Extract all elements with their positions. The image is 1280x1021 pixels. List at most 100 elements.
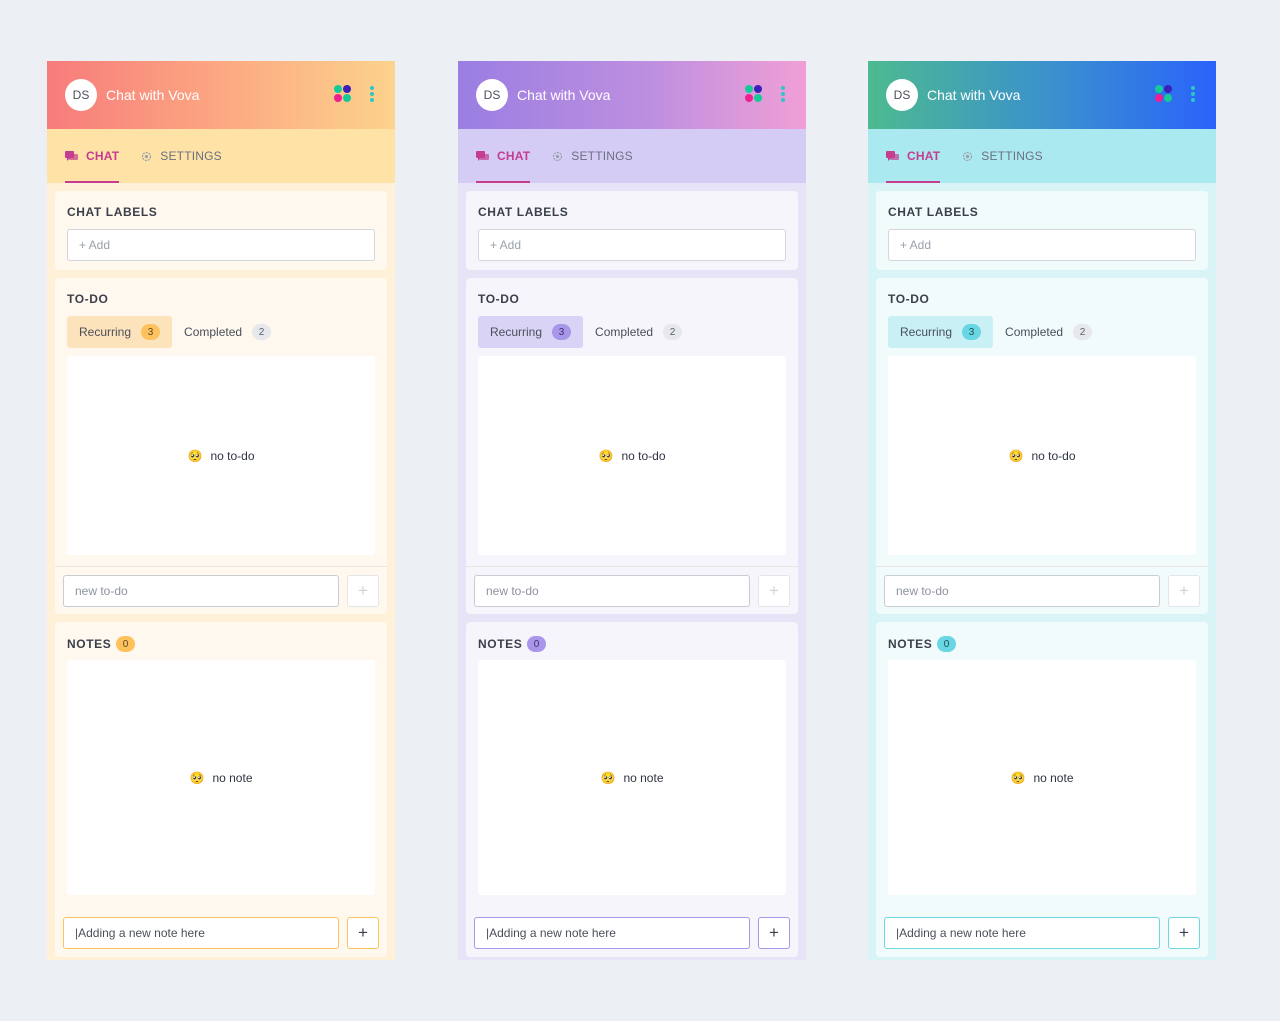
avatar[interactable]: DS — [886, 79, 918, 111]
chat-bubbles-icon — [476, 150, 489, 161]
gear-icon — [142, 151, 152, 161]
notes-count-badge: 0 — [937, 636, 957, 652]
panel-title: Chat with Vova — [517, 87, 611, 103]
todo-section: TO-DO Recurring 3 Completed 2 🥺 no to-do… — [876, 278, 1208, 614]
notes-title: NOTES — [67, 637, 112, 651]
todo-section: TO-DO Recurring 3 Completed 2 🥺 no to-do… — [466, 278, 798, 614]
notes-empty-text: no note — [212, 770, 253, 785]
add-note-button[interactable]: + — [347, 917, 379, 949]
tab-settings-label: SETTINGS — [571, 149, 633, 163]
add-note-button[interactable]: + — [1168, 917, 1200, 949]
add-label-input[interactable]: + Add — [478, 229, 786, 261]
chat-panel-purple: DS Chat with Vova CHAT SETTINGS CHAT LAB… — [458, 61, 806, 960]
recurring-label: Recurring — [490, 325, 543, 339]
app-switcher-icon[interactable] — [1155, 85, 1173, 103]
recurring-count-badge: 3 — [552, 324, 572, 340]
pleading-face-icon: 🥺 — [187, 448, 203, 463]
app-switcher-icon[interactable] — [334, 85, 352, 103]
avatar[interactable]: DS — [65, 79, 97, 111]
tab-settings-label: SETTINGS — [981, 149, 1043, 163]
todo-empty-text: no to-do — [210, 448, 255, 463]
panel-header: DS Chat with Vova — [868, 61, 1216, 129]
new-todo-input[interactable]: new to-do — [63, 574, 339, 607]
new-note-input[interactable]: |Adding a new note here — [884, 917, 1160, 949]
tab-chat[interactable]: CHAT — [886, 129, 941, 183]
chat-labels-title: CHAT LABELS — [67, 205, 158, 219]
tab-chat-label: CHAT — [497, 149, 531, 163]
tab-settings-label: SETTINGS — [160, 149, 222, 163]
completed-count-badge: 2 — [1073, 324, 1093, 340]
todo-title: TO-DO — [888, 292, 930, 306]
todo-empty-state: 🥺 no to-do — [478, 356, 786, 555]
todo-tab-completed[interactable]: Completed 2 — [172, 316, 283, 348]
chat-labels-title: CHAT LABELS — [888, 205, 979, 219]
notes-count-badge: 0 — [116, 636, 136, 652]
notes-section: NOTES 0 🥺 no note |Adding a new note her… — [466, 622, 798, 957]
add-label-input[interactable]: + Add — [888, 229, 1196, 261]
more-options-icon[interactable] — [781, 85, 785, 103]
todo-section: TO-DO Recurring 3 Completed 2 🥺 no to-do… — [55, 278, 387, 614]
new-note-input[interactable]: |Adding a new note here — [63, 917, 339, 949]
todo-title: TO-DO — [478, 292, 520, 306]
chat-labels-title: CHAT LABELS — [478, 205, 569, 219]
panel-header: DS Chat with Vova — [47, 61, 395, 129]
tab-chat-label: CHAT — [86, 149, 120, 163]
todo-tab-completed[interactable]: Completed 2 — [583, 316, 694, 348]
todo-tab-completed[interactable]: Completed 2 — [993, 316, 1104, 348]
notes-empty-state: 🥺 no note — [67, 660, 375, 895]
new-note-input[interactable]: |Adding a new note here — [474, 917, 750, 949]
recurring-count-badge: 3 — [141, 324, 161, 340]
panel-title: Chat with Vova — [106, 87, 200, 103]
gear-icon — [963, 151, 973, 161]
avatar[interactable]: DS — [476, 79, 508, 111]
add-note-button[interactable]: + — [758, 917, 790, 949]
add-label-input[interactable]: + Add — [67, 229, 375, 261]
app-switcher-icon[interactable] — [745, 85, 763, 103]
completed-label: Completed — [1005, 325, 1064, 339]
panel-title: Chat with Vova — [927, 87, 1021, 103]
panel-tabs: CHAT SETTINGS — [47, 129, 395, 183]
notes-empty-state: 🥺 no note — [478, 660, 786, 895]
pleading-face-icon: 🥺 — [189, 770, 205, 785]
notes-title: NOTES — [478, 637, 523, 651]
add-todo-button[interactable]: + — [1168, 574, 1200, 607]
panel-tabs: CHAT SETTINGS — [458, 129, 806, 183]
tab-settings[interactable]: SETTINGS — [552, 129, 633, 183]
chat-panel-orange: DS Chat with Vova CHAT SETTINGS CHAT LAB… — [47, 61, 395, 960]
notes-count-badge: 0 — [527, 636, 547, 652]
add-todo-button[interactable]: + — [347, 574, 379, 607]
notes-title: NOTES — [888, 637, 933, 651]
notes-section: NOTES 0 🥺 no note |Adding a new note her… — [876, 622, 1208, 957]
chat-bubbles-icon — [65, 150, 78, 161]
todo-title: TO-DO — [67, 292, 109, 306]
more-options-icon[interactable] — [1191, 85, 1195, 103]
new-todo-input[interactable]: new to-do — [884, 574, 1160, 607]
notes-empty-text: no note — [623, 770, 664, 785]
todo-empty-state: 🥺 no to-do — [888, 356, 1196, 555]
pleading-face-icon: 🥺 — [1010, 770, 1026, 785]
tab-settings[interactable]: SETTINGS — [962, 129, 1043, 183]
new-todo-input[interactable]: new to-do — [474, 574, 750, 607]
add-todo-button[interactable]: + — [758, 574, 790, 607]
panel-header: DS Chat with Vova — [458, 61, 806, 129]
recurring-count-badge: 3 — [962, 324, 982, 340]
chat-labels-section: CHAT LABELS + Add — [55, 191, 387, 270]
todo-empty-text: no to-do — [621, 448, 666, 463]
chat-bubbles-icon — [886, 150, 899, 161]
completed-count-badge: 2 — [252, 324, 272, 340]
todo-empty-text: no to-do — [1031, 448, 1076, 463]
chat-labels-section: CHAT LABELS + Add — [876, 191, 1208, 270]
todo-tab-recurring[interactable]: Recurring 3 — [478, 316, 584, 348]
tab-chat[interactable]: CHAT — [65, 129, 120, 183]
pleading-face-icon: 🥺 — [600, 770, 616, 785]
more-options-icon[interactable] — [370, 85, 374, 103]
tab-settings[interactable]: SETTINGS — [141, 129, 222, 183]
completed-label: Completed — [184, 325, 243, 339]
chat-labels-section: CHAT LABELS + Add — [466, 191, 798, 270]
todo-tab-recurring[interactable]: Recurring 3 — [67, 316, 173, 348]
recurring-label: Recurring — [900, 325, 953, 339]
todo-tab-recurring[interactable]: Recurring 3 — [888, 316, 994, 348]
gear-icon — [553, 151, 563, 161]
tab-chat[interactable]: CHAT — [476, 129, 531, 183]
completed-label: Completed — [595, 325, 654, 339]
